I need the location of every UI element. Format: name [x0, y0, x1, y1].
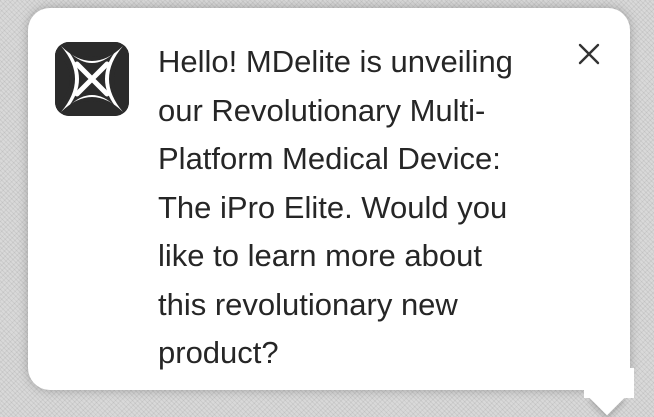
mdelite-logo-icon	[55, 42, 129, 116]
close-icon[interactable]	[575, 40, 603, 68]
close-button[interactable]	[575, 40, 603, 68]
notification-message: Hello! MDelite is unveiling our Revoluti…	[158, 44, 513, 370]
